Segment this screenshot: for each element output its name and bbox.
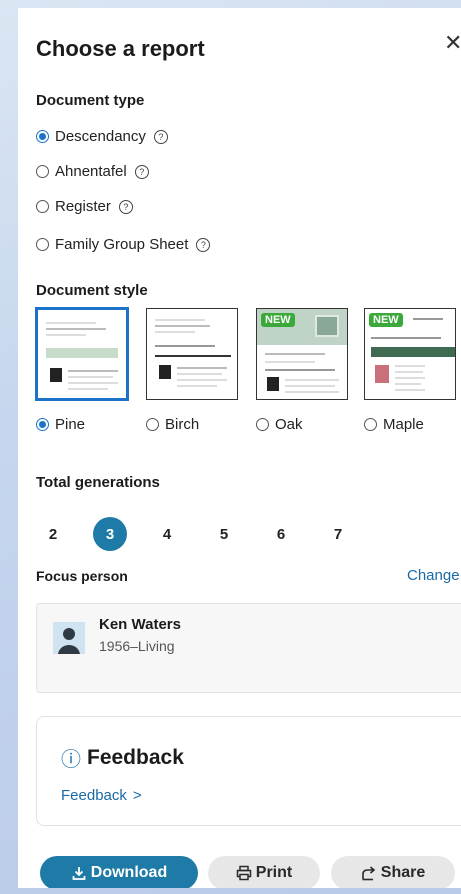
generation-option-2[interactable]: 2 xyxy=(36,517,70,551)
share-label: Share xyxy=(380,864,426,881)
print-button[interactable]: Print xyxy=(208,856,320,888)
close-icon[interactable]: ✕ xyxy=(444,30,461,56)
generation-option-7[interactable]: 7 xyxy=(321,517,355,551)
doc-type-descendancy[interactable]: Descendancy ? xyxy=(36,128,168,145)
style-option-pine[interactable]: Pine xyxy=(36,416,85,433)
radio-family-group-sheet[interactable] xyxy=(36,238,49,251)
style-option-birch[interactable]: Birch xyxy=(146,416,199,433)
new-badge: NEW xyxy=(261,313,295,327)
radio-ahnentafel[interactable] xyxy=(36,165,49,178)
style-thumbnail-maple[interactable]: NEW xyxy=(364,308,456,400)
doc-type-family-group-sheet-label: Family Group Sheet xyxy=(55,236,189,253)
share-icon xyxy=(361,866,375,881)
person-dates: 1956–Living xyxy=(99,638,175,654)
help-icon[interactable]: ? xyxy=(153,129,168,144)
radio-descendancy[interactable] xyxy=(36,130,49,143)
style-thumbnail-pine[interactable] xyxy=(36,308,128,400)
doc-type-descendancy-label: Descendancy xyxy=(55,128,146,145)
style-thumbnail-birch[interactable] xyxy=(146,308,238,400)
total-generations-label: Total generations xyxy=(36,474,160,491)
chevron-right-icon: > xyxy=(132,787,142,804)
change-focus-link[interactable]: Change xyxy=(407,567,460,584)
doc-type-register[interactable]: Register ? xyxy=(36,198,133,215)
new-badge: NEW xyxy=(369,313,403,327)
feedback-link-label: Feedback xyxy=(61,787,127,804)
focus-person-label: Focus person xyxy=(36,568,128,584)
radio-maple[interactable] xyxy=(364,418,377,431)
radio-pine[interactable] xyxy=(36,418,49,431)
person-name: Ken Waters xyxy=(99,616,181,633)
style-oak-label: Oak xyxy=(275,416,303,433)
doc-type-register-label: Register xyxy=(55,198,111,215)
document-style-label: Document style xyxy=(36,282,148,299)
focus-person-card[interactable]: Ken Waters 1956–Living xyxy=(36,603,461,693)
feedback-link[interactable]: Feedback > xyxy=(61,787,142,804)
generation-option-3[interactable]: 3 xyxy=(93,517,127,551)
report-dialog: Choose a report ✕ Document type Descenda… xyxy=(18,8,461,888)
generation-option-6[interactable]: 6 xyxy=(264,517,298,551)
help-icon[interactable]: ? xyxy=(118,199,133,214)
radio-birch[interactable] xyxy=(146,418,159,431)
help-icon[interactable]: ? xyxy=(196,237,211,252)
style-thumbnail-oak[interactable]: NEW xyxy=(256,308,348,400)
download-icon xyxy=(72,867,86,880)
doc-type-ahnentafel-label: Ahnentafel xyxy=(55,163,127,180)
dialog-title: Choose a report xyxy=(36,36,205,61)
share-button[interactable]: Share xyxy=(331,856,455,888)
print-icon xyxy=(236,865,252,881)
download-label: Download xyxy=(90,864,168,881)
person-avatar-icon xyxy=(53,622,85,654)
style-pine-label: Pine xyxy=(55,416,86,433)
style-birch-label: Birch xyxy=(165,416,200,433)
info-icon: ⓘ xyxy=(61,749,81,771)
download-button[interactable]: Download xyxy=(40,856,198,888)
document-type-label: Document type xyxy=(36,92,145,109)
feedback-heading: ⓘ Feedback xyxy=(61,743,184,772)
style-option-oak[interactable]: Oak xyxy=(256,416,303,433)
doc-type-family-group-sheet[interactable]: Family Group Sheet ? xyxy=(36,236,211,253)
print-label: Print xyxy=(255,864,293,881)
generation-option-5[interactable]: 5 xyxy=(207,517,241,551)
feedback-title: Feedback xyxy=(87,745,184,769)
generation-option-4[interactable]: 4 xyxy=(150,517,184,551)
radio-register[interactable] xyxy=(36,200,49,213)
radio-oak[interactable] xyxy=(256,418,269,431)
doc-type-ahnentafel[interactable]: Ahnentafel ? xyxy=(36,163,149,180)
help-icon[interactable]: ? xyxy=(134,164,149,179)
style-option-maple[interactable]: Maple xyxy=(364,416,424,433)
feedback-card: ⓘ Feedback Feedback > xyxy=(36,716,461,826)
style-maple-label: Maple xyxy=(383,416,424,433)
